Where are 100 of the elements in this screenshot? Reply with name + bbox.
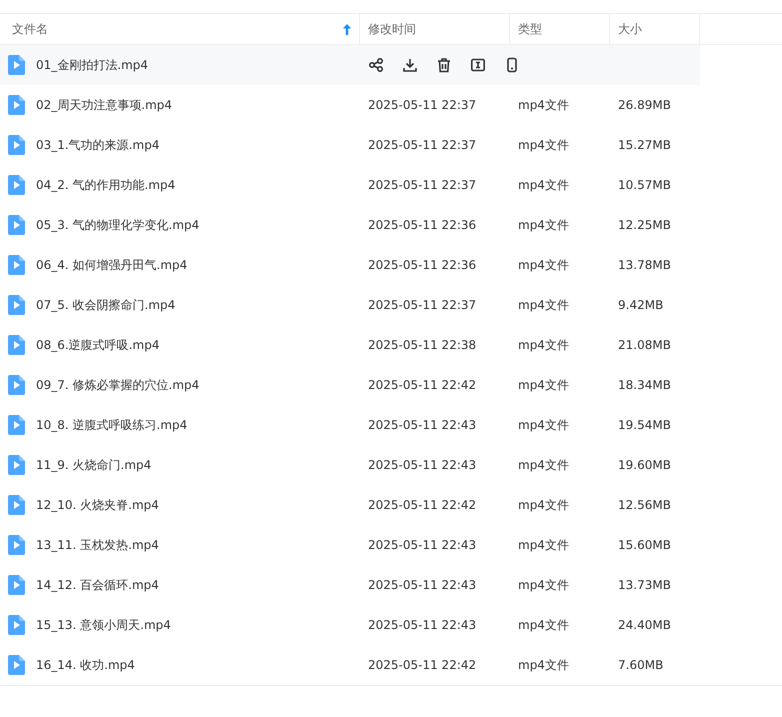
download-icon[interactable] xyxy=(402,57,418,73)
rename-icon[interactable] xyxy=(470,57,486,73)
file-name[interactable]: 10_8. 逆腹式呼吸练习.mp4 xyxy=(36,416,188,434)
file-name[interactable]: 11_9. 火烧命门.mp4 xyxy=(36,456,152,474)
modified-time: 2025-05-11 22:36 xyxy=(368,258,476,272)
file-name[interactable]: 09_7. 修炼必掌握的穴位.mp4 xyxy=(36,376,200,394)
file-name[interactable]: 04_2. 气的作用功能.mp4 xyxy=(36,176,176,194)
phone-icon[interactable] xyxy=(504,57,520,73)
file-row[interactable]: 03_1.气功的来源.mp4 2025-05-11 22:37 mp4文件 15.27MB xyxy=(0,125,700,165)
modified-time: 2025-05-11 22:37 xyxy=(368,298,476,312)
modified-time: 2025-05-11 22:38 xyxy=(368,338,476,352)
file-name[interactable]: 13_11. 玉枕发热.mp4 xyxy=(36,536,159,554)
file-name[interactable]: 06_4. 如何增强丹田气.mp4 xyxy=(36,256,188,274)
video-file-icon xyxy=(8,495,25,515)
file-type: mp4文件 xyxy=(518,576,569,594)
file-type: mp4文件 xyxy=(518,296,569,314)
video-file-icon xyxy=(8,655,25,675)
modified-time: 2025-05-11 22:43 xyxy=(368,458,476,472)
modified-time: 2025-05-11 22:37 xyxy=(368,178,476,192)
file-row[interactable]: 15_13. 意领小周天.mp4 2025-05-11 22:43 mp4文件 24.40MB xyxy=(0,605,700,645)
modified-time: 2025-05-11 22:43 xyxy=(368,538,476,552)
column-header[interactable]: 大小 xyxy=(610,14,700,44)
file-row[interactable]: 08_6.逆腹式呼吸.mp4 2025-05-11 22:38 mp4文件 21.08MB xyxy=(0,325,700,365)
file-size: 19.54MB xyxy=(618,418,671,432)
modified-time: 2025-05-11 22:43 xyxy=(368,618,476,632)
file-type: mp4文件 xyxy=(518,136,569,154)
file-size: 15.27MB xyxy=(618,138,671,152)
file-size: 15.60MB xyxy=(618,538,671,552)
file-name[interactable]: 16_14. 收功.mp4 xyxy=(36,656,135,674)
column-header[interactable]: 修改时间 xyxy=(360,14,510,44)
video-file-icon xyxy=(8,575,25,595)
file-size: 21.08MB xyxy=(618,338,671,352)
column-header[interactable]: 类型 xyxy=(510,14,610,44)
share-icon[interactable] xyxy=(368,57,384,73)
file-type: mp4文件 xyxy=(518,416,569,434)
file-name[interactable]: 14_12. 百会循环.mp4 xyxy=(36,576,159,594)
file-type: mp4文件 xyxy=(518,376,569,394)
file-name[interactable]: 05_3. 气的物理化学变化.mp4 xyxy=(36,216,200,234)
trash-icon[interactable] xyxy=(436,57,452,73)
video-file-icon xyxy=(8,455,25,475)
file-size: 7.60MB xyxy=(618,658,664,672)
modified-time: 2025-05-11 22:37 xyxy=(368,98,476,112)
file-row[interactable]: 10_8. 逆腹式呼吸练习.mp4 2025-05-11 22:43 mp4文件 19.54MB xyxy=(0,405,700,445)
file-name[interactable]: 12_10. 火烧夹脊.mp4 xyxy=(36,496,159,514)
file-type: mp4文件 xyxy=(518,176,569,194)
file-row[interactable]: 07_5. 收会阴擦命门.mp4 2025-05-11 22:37 mp4文件 9.42MB xyxy=(0,285,700,325)
file-size: 12.56MB xyxy=(618,498,671,512)
file-name[interactable]: 02_周天功注意事项.mp4 xyxy=(36,96,172,114)
video-file-icon xyxy=(8,175,25,195)
modified-time: 2025-05-11 22:43 xyxy=(368,578,476,592)
modified-time: 2025-05-11 22:37 xyxy=(368,138,476,152)
file-size: 9.42MB xyxy=(618,298,664,312)
file-name[interactable]: 01_金刚拍打法.mp4 xyxy=(36,56,148,74)
video-file-icon xyxy=(8,215,25,235)
file-name[interactable]: 08_6.逆腹式呼吸.mp4 xyxy=(36,336,160,354)
file-type: mp4文件 xyxy=(518,96,569,114)
file-size: 10.57MB xyxy=(618,178,671,192)
video-file-icon xyxy=(8,55,25,75)
file-type: mp4文件 xyxy=(518,456,569,474)
file-size: 19.60MB xyxy=(618,458,671,472)
file-row[interactable]: 11_9. 火烧命门.mp4 2025-05-11 22:43 mp4文件 19.60MB xyxy=(0,445,700,485)
file-type: mp4文件 xyxy=(518,616,569,634)
video-file-icon xyxy=(8,295,25,315)
file-name[interactable]: 03_1.气功的来源.mp4 xyxy=(36,136,160,154)
file-row[interactable]: 06_4. 如何增强丹田气.mp4 2025-05-11 22:36 mp4文件 13.78MB xyxy=(0,245,700,285)
file-size: 18.34MB xyxy=(618,378,671,392)
video-file-icon xyxy=(8,335,25,355)
video-file-icon xyxy=(8,135,25,155)
file-row[interactable]: 02_周天功注意事项.mp4 2025-05-11 22:37 mp4文件 26.89MB xyxy=(0,85,700,125)
file-row[interactable]: 09_7. 修炼必掌握的穴位.mp4 2025-05-11 22:42 mp4文件 18.34MB xyxy=(0,365,700,405)
file-row[interactable]: 16_14. 收功.mp4 2025-05-11 22:42 mp4文件 7.60MB xyxy=(0,645,782,686)
file-size: 13.73MB xyxy=(618,578,671,592)
file-row[interactable]: 13_11. 玉枕发热.mp4 2025-05-11 22:43 mp4文件 15.60MB xyxy=(0,525,700,565)
file-row[interactable]: 01_金刚拍打法.mp4 xyxy=(0,45,700,85)
modified-time: 2025-05-11 22:42 xyxy=(368,658,476,672)
file-size: 12.25MB xyxy=(618,218,671,232)
file-size: 13.78MB xyxy=(618,258,671,272)
file-type: mp4文件 xyxy=(518,256,569,274)
video-file-icon xyxy=(8,95,25,115)
file-type: mp4文件 xyxy=(518,336,569,354)
file-type: mp4文件 xyxy=(518,536,569,554)
video-file-icon xyxy=(8,615,25,635)
video-file-icon xyxy=(8,535,25,555)
file-row[interactable]: 12_10. 火烧夹脊.mp4 2025-05-11 22:42 mp4文件 12.56MB xyxy=(0,485,700,525)
modified-time: 2025-05-11 22:42 xyxy=(368,498,476,512)
file-name[interactable]: 15_13. 意领小周天.mp4 xyxy=(36,616,171,634)
video-file-icon xyxy=(8,255,25,275)
file-row[interactable]: 05_3. 气的物理化学变化.mp4 2025-05-11 22:36 mp4文件 12.25MB xyxy=(0,205,700,245)
modified-time: 2025-05-11 22:42 xyxy=(368,378,476,392)
file-type: mp4文件 xyxy=(518,216,569,234)
modified-time: 2025-05-11 22:36 xyxy=(368,218,476,232)
file-size: 24.40MB xyxy=(618,618,671,632)
modified-time: 2025-05-11 22:43 xyxy=(368,418,476,432)
file-row[interactable]: 14_12. 百会循环.mp4 2025-05-11 22:43 mp4文件 13.73MB xyxy=(0,565,700,605)
video-file-icon xyxy=(8,375,25,395)
file-name[interactable]: 07_5. 收会阴擦命门.mp4 xyxy=(36,296,176,314)
file-size: 26.89MB xyxy=(618,98,671,112)
video-file-icon xyxy=(8,415,25,435)
file-row[interactable]: 04_2. 气的作用功能.mp4 2025-05-11 22:37 mp4文件 10.57MB xyxy=(0,165,700,205)
column-header[interactable]: 文件名 xyxy=(0,14,360,44)
